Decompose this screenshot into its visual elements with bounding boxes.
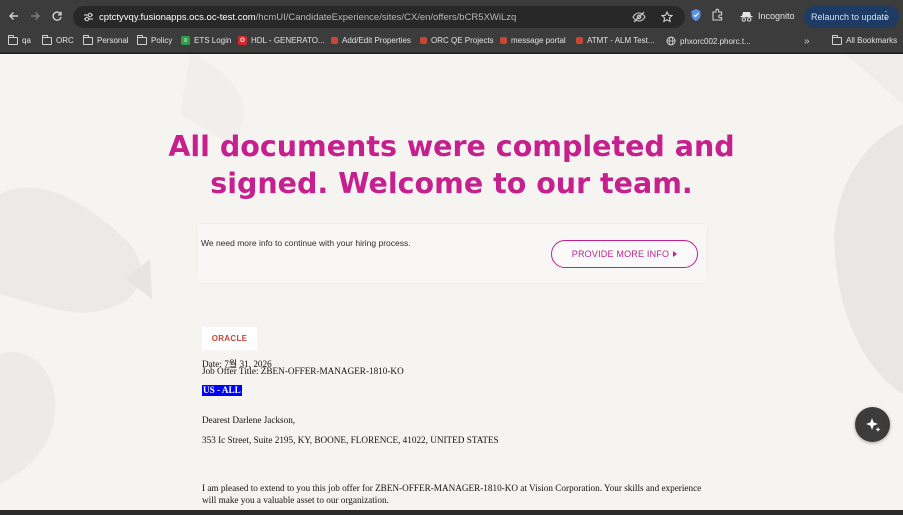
- bookmark-label: ORC: [56, 36, 74, 45]
- bookmark-label: ORC QE Projects: [431, 36, 494, 45]
- bookmarks-bar: qa ORC Personal Policy ≡ ETS Login O HDL -…: [0, 32, 903, 53]
- bookmark-message-portal[interactable]: message portal: [500, 36, 566, 45]
- reload-button[interactable]: [46, 5, 68, 27]
- reload-icon: [52, 11, 62, 21]
- all-bookmarks-button[interactable]: All Bookmarks: [832, 34, 898, 45]
- url-host: cptctyvqy.fusionapps.ocs.oc-test.com: [99, 11, 256, 23]
- bookmark-label: message portal: [511, 36, 566, 45]
- folder-icon: [832, 34, 842, 45]
- folder-icon: [42, 34, 52, 45]
- relaunch-label: Relaunch to update: [811, 12, 890, 22]
- bookmark-orc-qe-projects[interactable]: ORC QE Projects: [420, 36, 494, 45]
- bookmark-star-icon[interactable]: [659, 9, 675, 25]
- bookmark-add-edit-properties[interactable]: Add/Edit Properties: [331, 36, 411, 45]
- extension-shield-icon[interactable]: [690, 8, 702, 27]
- window-bottom-edge: [0, 510, 903, 515]
- folder-icon: [137, 34, 147, 45]
- url-text[interactable]: cptctyvqy.fusionapps.ocs.oc-test.com/hcm…: [99, 12, 516, 23]
- eye-off-icon[interactable]: [631, 9, 647, 25]
- info-message: We need more info to continue with your …: [201, 238, 411, 248]
- oracle-icon: [331, 37, 338, 44]
- caret-right-icon: [673, 251, 678, 257]
- bookmarks-overflow-button[interactable]: »: [804, 36, 810, 47]
- bookmark-hdl[interactable]: O HDL - GENERATO...: [238, 36, 325, 45]
- back-button[interactable]: [3, 5, 25, 27]
- bookmark-label: Personal: [97, 36, 129, 45]
- extensions-puzzle-icon[interactable]: [711, 8, 724, 26]
- folder-icon: [83, 34, 93, 45]
- sheet-icon: ≡: [181, 36, 190, 45]
- incognito-indicator[interactable]: Incognito: [740, 7, 795, 25]
- offer-page: All documents were completed and signed.…: [0, 54, 903, 510]
- bookmark-label: ETS Login: [194, 36, 232, 45]
- oracle-logo: ORACLE: [202, 327, 257, 350]
- provide-more-info-label: PROVIDE MORE INFO: [571, 249, 670, 259]
- ai-assistant-button[interactable]: [855, 407, 890, 442]
- sparkle-icon: [865, 417, 880, 432]
- offer-letter: ORACLE Date: 7월 31, 2026 Job Offer Title…: [202, 327, 712, 505]
- highlighted-location: US - ALL: [202, 385, 242, 396]
- folder-icon: [8, 34, 18, 45]
- bookmark-label: phxorc002.phorc.t...: [680, 36, 751, 46]
- job-offer-title: Job Offer Title: ZBEN-OFFER-MANAGER-1810…: [202, 366, 404, 376]
- bookmark-policy[interactable]: Policy: [137, 34, 173, 45]
- chevron-double-right-icon: »: [804, 36, 810, 47]
- bookmark-personal[interactable]: Personal: [83, 34, 129, 45]
- bookmark-atmt-alm[interactable]: ATMT - ALM Test...: [576, 36, 655, 45]
- bookmark-phxorc002[interactable]: phxorc002.phorc.t...: [666, 36, 751, 46]
- bookmark-label: ATMT - ALM Test...: [587, 36, 655, 45]
- url-path: /hcmUI/CandidateExperience/sites/CX/en/o…: [255, 11, 517, 23]
- forward-button[interactable]: [24, 5, 46, 27]
- bookmark-label: HDL - GENERATO...: [251, 36, 325, 45]
- completion-headline: All documents were completed and signed.…: [168, 130, 735, 200]
- all-bookmarks-label: All Bookmarks: [846, 36, 898, 45]
- candidate-address: 353 Ic Street, Suite 2195, KY, BOONE, FL…: [202, 435, 499, 445]
- bookmark-ets-login[interactable]: ≡ ETS Login: [181, 36, 231, 45]
- provide-more-info-button[interactable]: PROVIDE MORE INFO: [551, 240, 698, 268]
- incognito-icon: [740, 11, 753, 22]
- bookmark-label: Policy: [151, 36, 173, 45]
- browser-toolbar: cptctyvqy.fusionapps.ocs.oc-test.com/hcm…: [0, 0, 903, 32]
- bookmark-qa[interactable]: qa: [8, 34, 31, 45]
- oracle-logo-text: ORACLE: [211, 334, 248, 343]
- app-icon: O: [238, 36, 247, 45]
- letter-greeting: Dearest Darlene Jackson,: [202, 415, 296, 425]
- globe-icon: [666, 36, 676, 46]
- more-menu-icon[interactable]: ⋮: [881, 10, 891, 22]
- bookmark-label: qa: [22, 36, 31, 45]
- site-info-icon[interactable]: [78, 12, 98, 22]
- bookmark-orc[interactable]: ORC: [42, 34, 74, 45]
- info-card: We need more info to continue with your …: [197, 224, 707, 283]
- incognito-label: Incognito: [758, 11, 795, 21]
- oracle-icon: [576, 37, 583, 44]
- relaunch-button[interactable]: Relaunch to update ⋮: [804, 6, 899, 28]
- bookmark-label: Add/Edit Properties: [342, 36, 411, 45]
- back-arrow-icon: [9, 12, 18, 20]
- letter-body: I am pleased to extend to you this job o…: [202, 483, 702, 505]
- forward-arrow-icon: [31, 12, 40, 20]
- oracle-icon: [500, 37, 507, 44]
- address-bar[interactable]: cptctyvqy.fusionapps.ocs.oc-test.com/hcm…: [73, 6, 685, 28]
- oracle-icon: [420, 37, 427, 44]
